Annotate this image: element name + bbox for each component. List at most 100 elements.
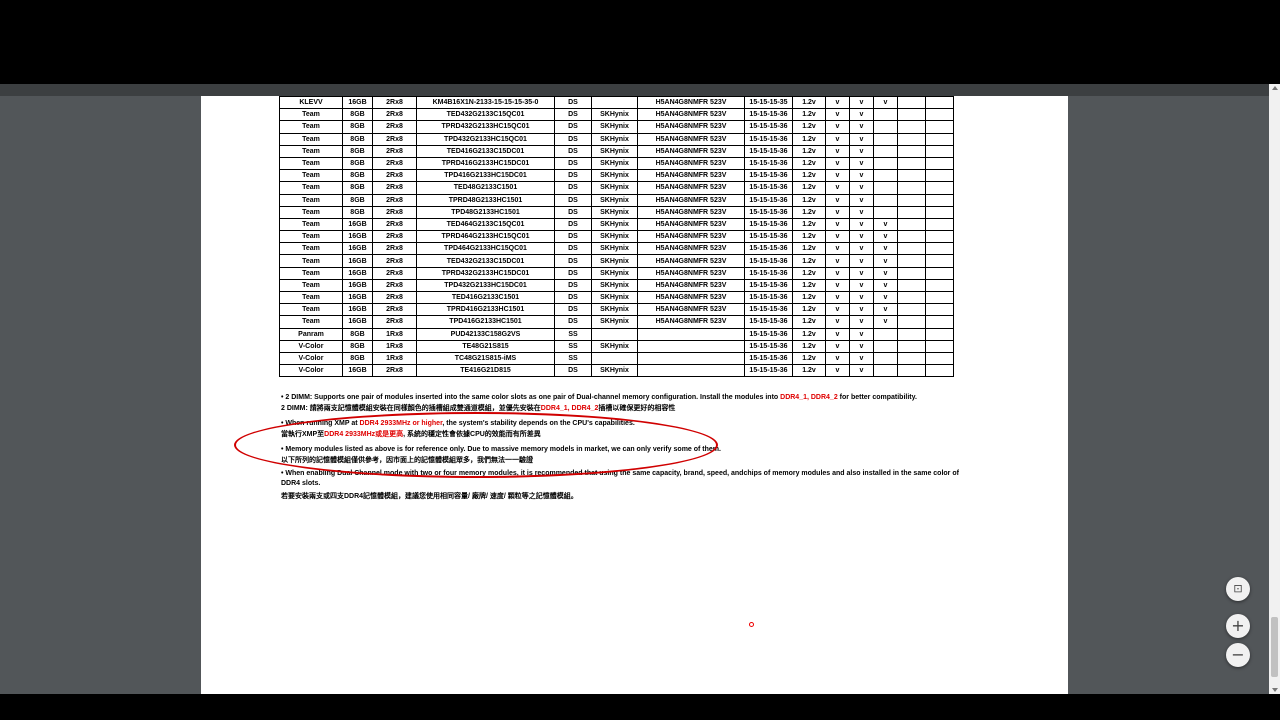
table-cell: H5AN4G8NMFR 523V (637, 278, 745, 293)
table-cell: H5AN4G8NMFR 523V (637, 205, 745, 219)
table-cell: H5AN4G8NMFR 523V (637, 254, 745, 268)
table-cell: 1.2v (792, 278, 826, 293)
table-cell: 8GB (342, 339, 373, 353)
table-row: Panram 8GB 1Rx8 PUD42133C158G2VS SS 15-15-15-… (279, 327, 954, 341)
table-cell: 15-15-15-36 (744, 205, 793, 219)
table-cell: v (873, 315, 898, 329)
table-cell: TPRD416G2133HC1501 (416, 303, 555, 317)
table-cell (897, 303, 926, 317)
note-xmp-zh: 當執行XMP至DDR4 2933MHz或是更高, 系統的穩定性會依據CPU的效能… (281, 430, 541, 438)
table-cell: H5AN4G8NMFR 523V (637, 144, 745, 158)
table-cell: 15-15-15-36 (744, 290, 793, 305)
table-cell (873, 120, 898, 134)
table-cell: DS (554, 290, 592, 305)
table-cell: 2Rx8 (372, 156, 417, 171)
table-row: Team 8GB 2Rx8 TED432G2133C15QC01 DS SKHynix H5… (279, 108, 954, 122)
table-cell (925, 327, 954, 341)
table-cell: V-Color (279, 351, 343, 366)
table-cell: v (849, 364, 874, 378)
table-cell (925, 144, 954, 158)
table-cell: 16GB (342, 230, 373, 244)
table-cell: SKHynix (591, 303, 638, 317)
table-cell: DS (554, 315, 592, 329)
table-row: Team 8GB 2Rx8 TPD416G2133HC15DC01 DS SKHynix H… (279, 169, 954, 183)
table-cell: Team (279, 169, 343, 183)
table-cell: 15-15-15-36 (744, 266, 793, 280)
table-cell: TC48G21S815-iMS (416, 351, 555, 366)
table-cell: v (873, 96, 898, 110)
table-cell: 16GB (342, 315, 373, 329)
vertical-scrollbar[interactable] (1269, 84, 1280, 694)
scrollbar-thumb[interactable] (1271, 617, 1278, 677)
fit-page-button[interactable]: ⊡ (1226, 577, 1250, 601)
table-cell: 2Rx8 (372, 278, 417, 293)
table-cell: v (849, 205, 874, 219)
table-cell (897, 315, 926, 329)
table-cell: v (825, 96, 850, 110)
table-cell: Team (279, 303, 343, 317)
table-cell: Team (279, 205, 343, 219)
table-cell: Team (279, 193, 343, 207)
table-cell: v (873, 266, 898, 280)
table-cell: Team (279, 278, 343, 293)
table-cell: DS (554, 217, 592, 232)
table-cell: DS (554, 181, 592, 195)
table-cell: v (849, 132, 874, 146)
table-cell: 1.2v (792, 144, 826, 158)
table-cell: Team (279, 217, 343, 232)
table-cell: TE48G21S815 (416, 339, 555, 353)
table-cell: SS (554, 339, 592, 353)
scroll-down-arrow-icon[interactable] (1272, 688, 1278, 692)
table-cell: v (825, 181, 850, 195)
table-cell: SKHynix (591, 144, 638, 158)
table-cell: SKHynix (591, 315, 638, 329)
table-cell: SKHynix (591, 205, 638, 219)
table-row: Team 16GB 2Rx8 TED416G2133C1501 DS SKHynix H5A… (279, 290, 954, 305)
table-cell (897, 351, 926, 366)
table-cell (873, 108, 898, 122)
table-row: Team 16GB 2Rx8 TPD432G2133HC15DC01 DS SKHynix… (279, 278, 954, 293)
table-cell: 15-15-15-36 (744, 351, 793, 366)
table-cell: H5AN4G8NMFR 523V (637, 156, 745, 171)
table-cell: v (849, 230, 874, 244)
table-cell: DS (554, 193, 592, 207)
table-cell: H5AN4G8NMFR 523V (637, 290, 745, 305)
table-cell: KM4B16X1N-2133-15-15-15-35-0 (416, 96, 555, 110)
table-cell: 15-15-15-36 (744, 169, 793, 183)
table-cell: SS (554, 327, 592, 341)
table-cell: 1.2v (792, 339, 826, 353)
table-row: V-Color 8GB 1Rx8 TE48G21S815 SS SKHynix 15-15-… (279, 339, 954, 353)
table-cell (873, 169, 898, 183)
zoom-out-button[interactable]: − (1226, 643, 1250, 667)
table-cell: v (849, 217, 874, 232)
table-cell: H5AN4G8NMFR 523V (637, 169, 745, 183)
table-cell: v (825, 290, 850, 305)
table-row: Team 8GB 2Rx8 TPRD416G2133HC15DC01 DS SKHynix… (279, 156, 954, 171)
table-cell (873, 351, 898, 366)
table-cell: v (825, 303, 850, 317)
table-cell: 16GB (342, 290, 373, 305)
top-black-bar (0, 0, 1280, 84)
table-cell: H5AN4G8NMFR 523V (637, 242, 745, 256)
note-xmp: • When running XMP at DDR4 2933MHz or hi… (281, 420, 635, 427)
table-cell: SKHynix (591, 290, 638, 305)
table-cell: v (825, 327, 850, 341)
table-cell: H5AN4G8NMFR 523V (637, 217, 745, 232)
table-cell: v (825, 339, 850, 353)
table-cell: SKHynix (591, 169, 638, 183)
table-cell: v (825, 205, 850, 219)
table-cell: 8GB (342, 351, 373, 366)
table-cell (925, 132, 954, 146)
table-cell: V-Color (279, 364, 343, 378)
table-cell: TED432G2133C15QC01 (416, 108, 555, 122)
table-cell: TED432G2133C15DC01 (416, 254, 555, 268)
table-cell: H5AN4G8NMFR 523V (637, 96, 745, 110)
table-cell: TPD432G2133HC15DC01 (416, 278, 555, 293)
table-cell (873, 156, 898, 171)
zoom-in-button[interactable]: + (1226, 614, 1250, 638)
scroll-up-arrow-icon[interactable] (1272, 86, 1278, 90)
table-cell: v (825, 266, 850, 280)
table-cell: Team (279, 132, 343, 146)
table-cell: 16GB (342, 217, 373, 232)
table-cell: Team (279, 266, 343, 280)
